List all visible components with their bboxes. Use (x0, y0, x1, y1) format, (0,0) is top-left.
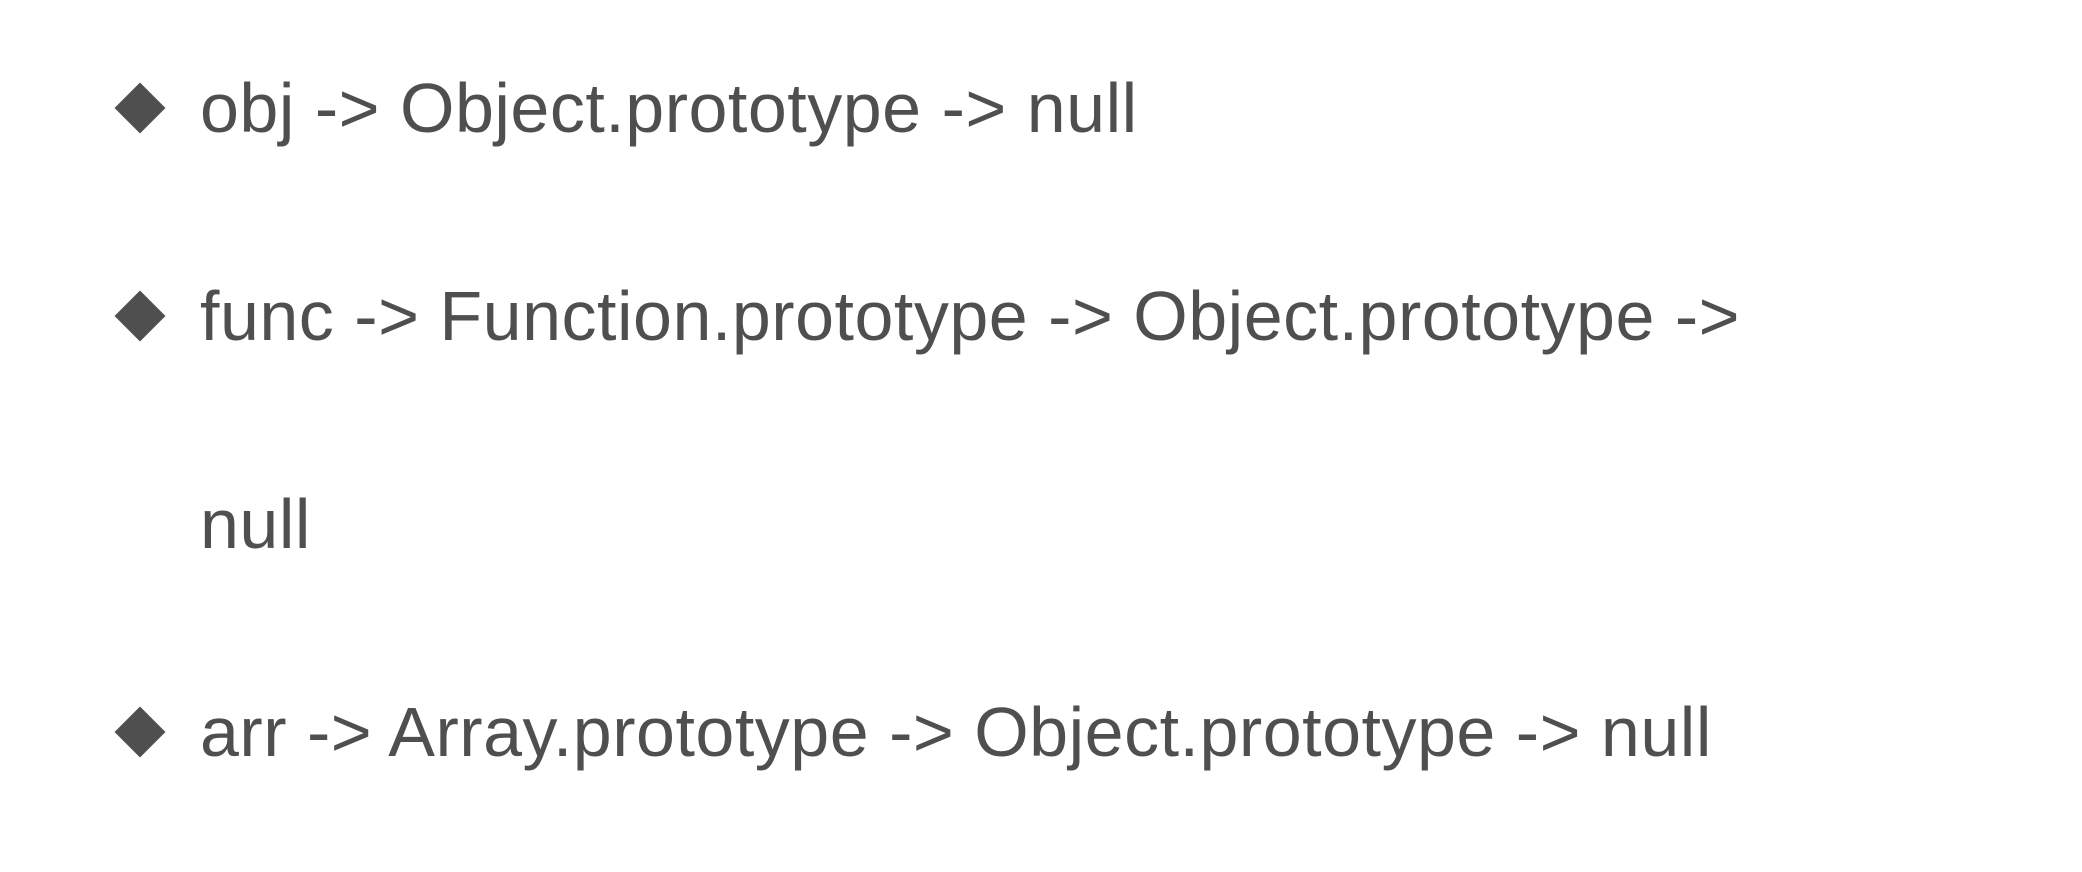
list-item-text: func -> Function.prototype -> Object.pro… (200, 277, 1741, 355)
diamond-bullet-icon (112, 682, 168, 782)
list-item-text: arr -> Array.prototype -> Object.prototy… (200, 693, 1712, 771)
list-item-text: obj -> Object.prototype -> null (200, 69, 1138, 147)
diamond-bullet-icon (112, 58, 168, 158)
list-item-text-continuation: null (200, 485, 311, 563)
bullet-list: obj -> Object.prototype -> null func -> … (0, 0, 2082, 872)
diamond-bullet-icon (112, 266, 168, 366)
